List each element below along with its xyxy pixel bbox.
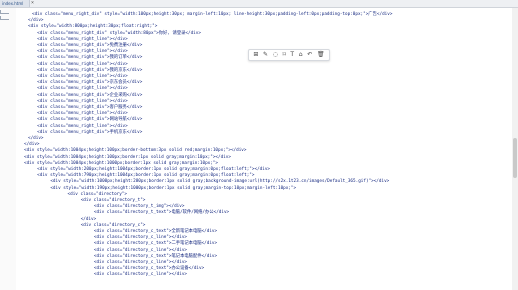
code-line: <div class="menu_right_div">我的订单</div>	[32, 55, 143, 61]
marker-icon[interactable]: ⌂	[299, 50, 303, 60]
code-line: <div style="width:1004px;height:100px;bo…	[24, 154, 231, 160]
code-line: <div class="menu_right_div">我的京东</div>	[32, 67, 143, 73]
code-line: <div style="width:1004px;height:1000px;b…	[24, 160, 219, 166]
code-line: <div class="directory_c_line"></div>	[68, 272, 187, 278]
code-line: <div class="menu_right_div" style="width…	[32, 30, 201, 36]
code-line: <div style="width:800px;height:30px;floa…	[28, 24, 158, 30]
vertical-scrollbar[interactable]	[512, 8, 518, 290]
code-line: <div class="menu_right_div" style="width…	[32, 12, 393, 17]
code-line: <div class="menu_right_line"></div>	[32, 123, 128, 129]
pen-icon[interactable]: ✎	[263, 50, 268, 60]
crop-icon[interactable]: ⌑	[283, 50, 286, 60]
annotation-toolbar: ⊞ ✎ ◌ ⌑ T ⌂ ↶ 🗑	[248, 49, 330, 61]
code-line: <div class="menu_right_div">手机京东</div>	[32, 129, 143, 135]
code-line: <div class="directory_t_text">电脑/软件/网络/办…	[68, 210, 230, 216]
code-line: <div class="menu_right_line"></div>	[32, 86, 128, 92]
tab-label: index.html	[2, 1, 24, 6]
code-line: <div class="menu_right_line"></div>	[32, 61, 128, 67]
editor-tab-bar: index.html ×	[0, 0, 518, 8]
grid-icon[interactable]: ⊞	[253, 50, 258, 60]
code-line: <div class="directory">	[52, 191, 128, 197]
scroll-thumb[interactable]	[513, 138, 517, 178]
delete-icon[interactable]: 🗑	[317, 50, 325, 60]
code-line: <div class="menu_right_div">网站导航</div>	[32, 117, 143, 123]
lasso-icon[interactable]: ◌	[273, 50, 278, 60]
code-line: <div class="directory_c_text">笔记本电脑配件</d…	[68, 253, 218, 259]
code-line: <div class="menu_right_line"></div>	[32, 36, 128, 42]
code-line: <div style="width:190px;height:1000px;bo…	[40, 185, 297, 191]
code-line: <div style="width:1000px;height:280px;bo…	[40, 179, 390, 185]
code-line: <div class="directory_c_line"></div>	[68, 247, 187, 253]
code-line: <div class="directory_c_text">二手笔记本电脑</d…	[68, 241, 218, 247]
code-line: </div>	[60, 216, 97, 222]
code-line: <div style="width:1004px;height:100px;bo…	[24, 148, 247, 154]
tab-close-icon[interactable]: ×	[31, 0, 34, 7]
code-line: <div class="menu_right_line"></div>	[32, 98, 128, 104]
code-line: <div class="menu_right_div">企业采购</div>	[32, 92, 143, 98]
tab-index-html[interactable]: index.html	[0, 0, 30, 7]
code-line: <div class="directory_c">	[60, 222, 146, 228]
undo-icon[interactable]: ↶	[307, 50, 312, 60]
text-icon[interactable]: T	[290, 50, 294, 60]
